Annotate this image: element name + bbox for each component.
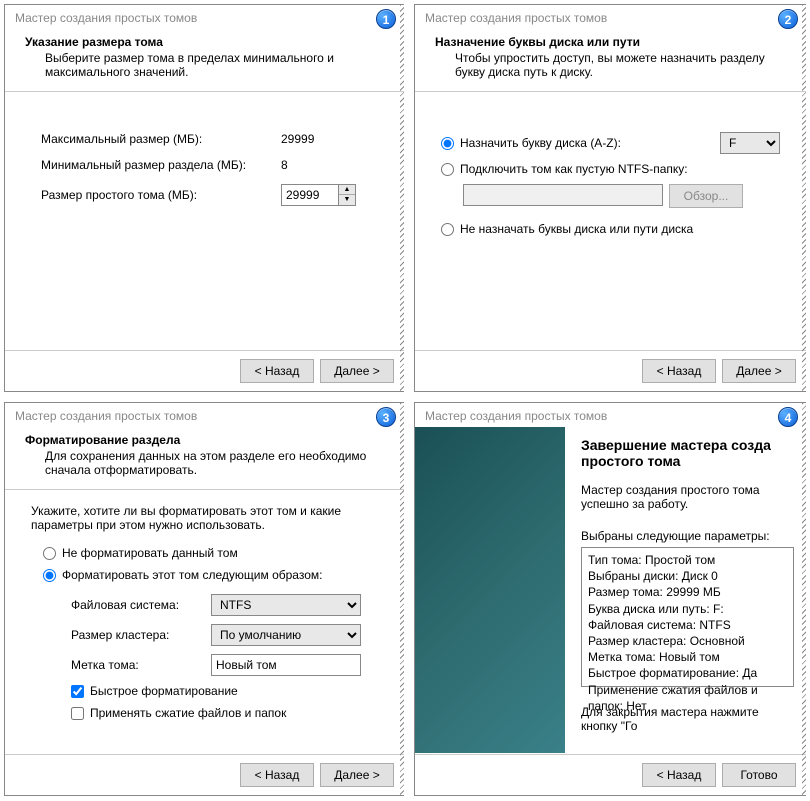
back-button[interactable]: < Назад	[240, 359, 314, 383]
assign-letter-radio[interactable]	[441, 137, 454, 150]
no-format-row: Не форматировать данный том	[43, 546, 378, 560]
cluster-label: Размер кластера:	[71, 628, 211, 642]
volume-size-row: Размер простого тома (МБ): ▲ ▼	[41, 184, 378, 206]
mount-path-input	[463, 184, 663, 206]
next-button[interactable]: Далее >	[320, 763, 394, 787]
no-assign-radio[interactable]	[441, 223, 454, 236]
no-format-label: Не форматировать данный том	[62, 546, 238, 560]
wizard-title: Мастер создания простых томов	[415, 403, 806, 427]
finish-button[interactable]: Готово	[722, 763, 796, 787]
header-block: Форматирование раздела Для сохранения да…	[5, 427, 404, 489]
max-size-value: 29999	[281, 132, 378, 146]
spinner-down-icon[interactable]: ▼	[339, 195, 355, 205]
header-block: Указание размера тома Выберите размер то…	[5, 29, 404, 91]
step-desc: Чтобы упростить доступ, вы можете назнач…	[435, 51, 786, 79]
assign-letter-label: Назначить букву диска (A-Z):	[460, 136, 714, 150]
wizard-title: Мастер создания простых томов	[5, 403, 404, 427]
wizard-panel-drive-letter: Мастер создания простых томов 2 Назначен…	[414, 4, 806, 392]
mount-folder-radio[interactable]	[441, 163, 454, 176]
next-button[interactable]: Далее >	[722, 359, 796, 383]
step-badge-2: 2	[778, 9, 798, 29]
step-badge-4: 4	[778, 407, 798, 427]
do-format-label: Форматировать этот том следующим образом…	[62, 568, 322, 582]
next-button[interactable]: Далее >	[320, 359, 394, 383]
volume-size-input[interactable]	[282, 185, 338, 205]
volume-size-label: Размер простого тома (МБ):	[41, 188, 281, 202]
footer: < Назад Далее >	[5, 350, 404, 391]
wizard-title: Мастер создания простых томов	[415, 5, 806, 29]
summary-line: Файловая система: NTFS	[588, 617, 787, 633]
assign-letter-row: Назначить букву диска (A-Z): F	[441, 132, 780, 154]
summary-line: Буква диска или путь: F:	[588, 601, 787, 617]
finish-message: Мастер создания простого тома успешно за…	[581, 483, 794, 511]
footer: < Назад Далее >	[415, 350, 806, 391]
quick-format-checkbox[interactable]	[71, 685, 84, 698]
min-size-value: 8	[281, 158, 378, 172]
filesystem-select[interactable]: NTFS	[211, 594, 361, 616]
min-size-row: Минимальный размер раздела (МБ): 8	[41, 158, 378, 172]
format-instruction: Укажите, хотите ли вы форматировать этот…	[31, 504, 378, 532]
summary-line: Размер кластера: Основной	[588, 633, 787, 649]
no-assign-row: Не назначать буквы диска или пути диска	[441, 222, 780, 236]
max-size-label: Максимальный размер (МБ):	[41, 132, 281, 146]
do-format-row: Форматировать этот том следующим образом…	[43, 568, 378, 582]
volume-label-label: Метка тома:	[71, 658, 211, 672]
params-label: Выбраны следующие параметры:	[581, 529, 794, 543]
step-badge-1: 1	[376, 9, 396, 29]
wizard-panel-format: Мастер создания простых томов 3 Форматир…	[4, 402, 404, 796]
no-assign-label: Не назначать буквы диска или пути диска	[460, 222, 693, 236]
volume-size-spinner[interactable]: ▲ ▼	[281, 184, 356, 206]
back-button[interactable]: < Назад	[642, 359, 716, 383]
footer: < Назад Далее >	[5, 754, 404, 795]
browse-button: Обзор...	[669, 184, 743, 208]
summary-listbox[interactable]: Тип тома: Простой томВыбраны диски: Диск…	[581, 547, 794, 687]
compress-row: Применять сжатие файлов и папок	[71, 706, 378, 720]
volume-label-row: Метка тома:	[71, 654, 378, 676]
wizard-panel-finish: Мастер создания простых томов 4 Завершен…	[414, 402, 806, 796]
drive-letter-select[interactable]: F	[720, 132, 780, 154]
cluster-select[interactable]: По умолчанию	[211, 624, 361, 646]
step-desc: Для сохранения данных на этом разделе ег…	[25, 449, 384, 477]
mount-folder-row: Подключить том как пустую NTFS-папку:	[441, 162, 780, 176]
summary-line: Размер тома: 29999 МБ	[588, 584, 787, 600]
mount-folder-label: Подключить том как пустую NTFS-папку:	[460, 162, 688, 176]
volume-label-input[interactable]	[211, 654, 361, 676]
finish-body: Завершение мастера созда простого тома М…	[415, 427, 806, 753]
finish-content: Завершение мастера созда простого тома М…	[565, 427, 806, 753]
header-block: Назначение буквы диска или пути Чтобы уп…	[415, 29, 806, 91]
step-desc: Выберите размер тома в пределах минималь…	[25, 51, 384, 79]
back-button[interactable]: < Назад	[240, 763, 314, 787]
step-badge-3: 3	[376, 407, 396, 427]
compress-label: Применять сжатие файлов и папок	[90, 706, 286, 720]
filesystem-label: Файловая система:	[71, 598, 211, 612]
summary-line: Быстрое форматирование: Да	[588, 665, 787, 681]
body-area: Укажите, хотите ли вы форматировать этот…	[5, 490, 404, 744]
compress-checkbox[interactable]	[71, 707, 84, 720]
summary-line: Метка тома: Новый том	[588, 649, 787, 665]
quick-format-label: Быстрое форматирование	[90, 684, 238, 698]
spinner-up-icon[interactable]: ▲	[339, 185, 355, 195]
min-size-label: Минимальный размер раздела (МБ):	[41, 158, 281, 172]
finish-title: Завершение мастера созда простого тома	[581, 437, 794, 469]
wizard-banner-image	[415, 427, 565, 753]
summary-line: Тип тома: Простой том	[588, 552, 787, 568]
filesystem-row: Файловая система: NTFS	[71, 594, 378, 616]
cluster-row: Размер кластера: По умолчанию	[71, 624, 378, 646]
step-title: Форматирование раздела	[25, 433, 384, 447]
step-title: Указание размера тома	[25, 35, 384, 49]
body-area: Максимальный размер (МБ): 29999 Минималь…	[5, 92, 404, 234]
summary-line: Выбраны диски: Диск 0	[588, 568, 787, 584]
body-area: Назначить букву диска (A-Z): F Подключит…	[415, 92, 806, 260]
do-format-radio[interactable]	[43, 569, 56, 582]
wizard-title: Мастер создания простых томов	[5, 5, 404, 29]
wizard-panel-size: Мастер создания простых томов 1 Указание…	[4, 4, 404, 392]
back-button[interactable]: < Назад	[642, 763, 716, 787]
quick-format-row: Быстрое форматирование	[71, 684, 378, 698]
mount-path-row: Обзор...	[463, 184, 780, 208]
max-size-row: Максимальный размер (МБ): 29999	[41, 132, 378, 146]
footer: < Назад Готово	[415, 754, 806, 795]
no-format-radio[interactable]	[43, 547, 56, 560]
close-hint: Для закрытия мастера нажмите кнопку "Го	[581, 705, 794, 733]
step-title: Назначение буквы диска или пути	[435, 35, 786, 49]
